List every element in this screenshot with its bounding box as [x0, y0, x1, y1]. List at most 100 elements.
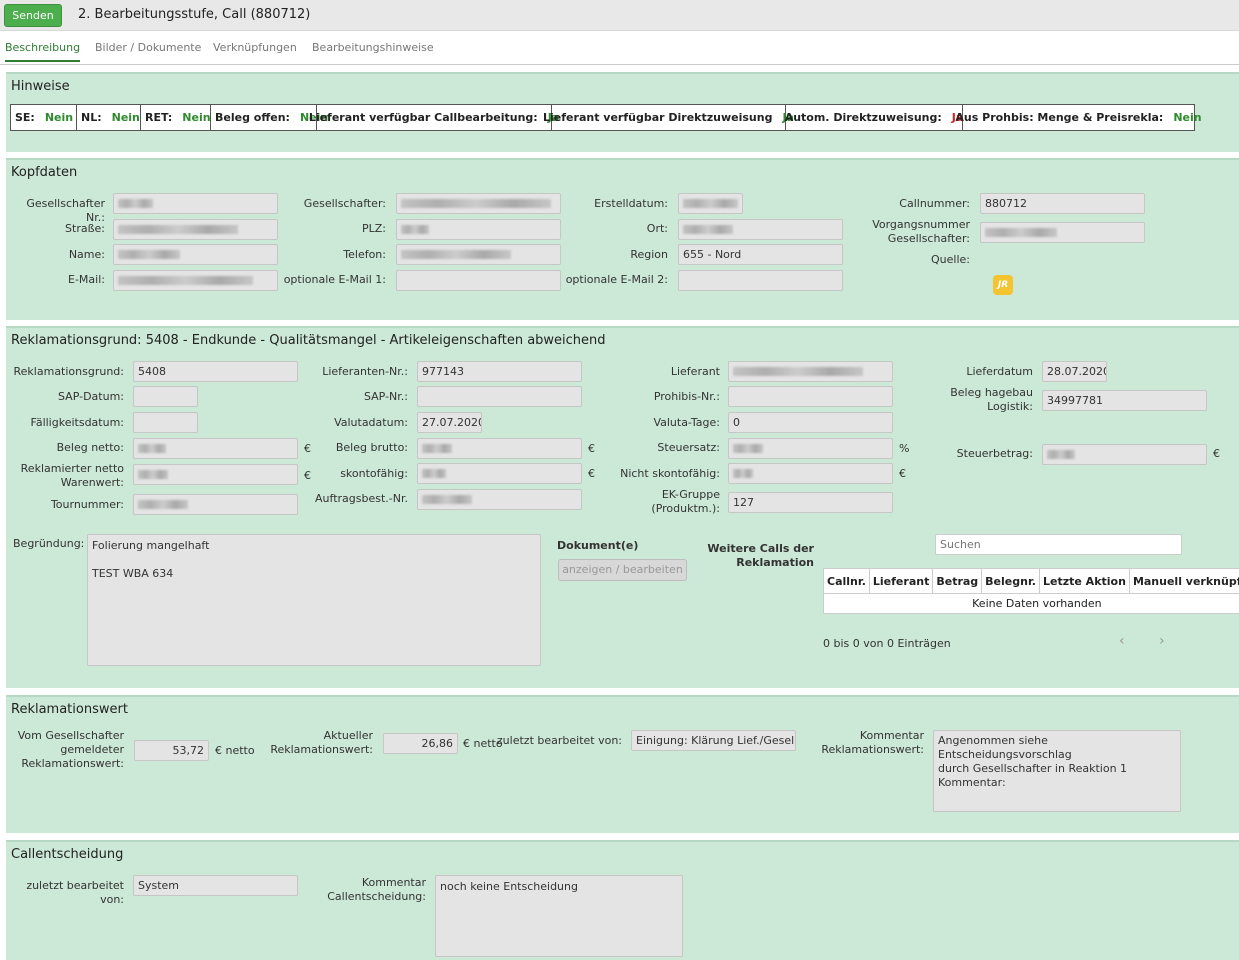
gemeldet-unit: € netto	[215, 744, 255, 757]
send-button[interactable]: Senden	[4, 4, 62, 27]
beleg-brutto-label: Beleg brutto:	[335, 441, 408, 454]
zuletzt-wert-field[interactable]: Einigung: Klärung Lief./Gesells.	[631, 730, 796, 751]
ort-field[interactable]	[678, 219, 843, 240]
sap-datum-field[interactable]	[133, 386, 198, 407]
hint-label: RET:	[145, 111, 173, 124]
steuersatz-percent: %	[899, 442, 910, 455]
tournummer-field[interactable]	[133, 494, 298, 515]
faelligkeit-field[interactable]	[133, 412, 198, 433]
skontofaehig-field[interactable]	[417, 463, 582, 484]
reklamationswert-title: Reklamationswert	[11, 702, 128, 717]
col-lieferant[interactable]: Lieferant	[868, 568, 934, 594]
erstelldatum-label: Erstelldatum:	[594, 197, 668, 210]
zuletzt-entscheidung-label: zuletzt bearbeitet von:	[26, 879, 124, 906]
opt-email1-label: optionale E-Mail 1:	[283, 273, 386, 286]
opt-email2-field[interactable]	[678, 270, 843, 291]
rekl-netto-field[interactable]	[133, 464, 298, 485]
beleg-hagebau-field[interactable]: 34997781	[1042, 390, 1207, 411]
plz-label: PLZ:	[361, 222, 386, 235]
rekl-netto-currency: €	[304, 469, 311, 482]
hinweise-title: Hinweise	[11, 79, 70, 94]
sap-nr-field[interactable]	[417, 386, 582, 407]
hint-value: Nein	[44, 111, 74, 124]
tab-bar: Beschreibung Bilder / Dokumente Verknüpf…	[0, 38, 1239, 65]
beleg-netto-currency: €	[304, 442, 311, 455]
opt-email1-field[interactable]	[396, 270, 561, 291]
pager-next-icon[interactable]: ›	[1159, 633, 1165, 649]
hint-se: SE: Nein	[11, 105, 77, 130]
steuerbetrag-field[interactable]	[1042, 444, 1207, 465]
col-manuell-verknuepft[interactable]: Manuell verknüpft	[1128, 568, 1239, 594]
email-label: E-Mail:	[68, 273, 105, 286]
gemeldet-field[interactable]: 53,72	[134, 740, 209, 761]
ort-label: Ort:	[646, 222, 668, 235]
gesellschafter-label: Gesellschafter:	[303, 197, 386, 210]
strasse-field[interactable]	[113, 219, 278, 240]
erstelldatum-field[interactable]	[678, 193, 743, 214]
ek-gruppe-label: EK-Gruppe (Produktm.):	[651, 488, 720, 515]
quelle-badge: JR	[993, 275, 1013, 295]
telefon-field[interactable]	[396, 244, 561, 265]
telefon-label: Telefon:	[343, 248, 386, 261]
rekl-grund-label: Reklamationsgrund:	[13, 365, 124, 378]
region-field[interactable]: 655 - Nord	[678, 244, 843, 265]
email-field[interactable]	[113, 270, 278, 291]
aktuell-field[interactable]: 26,86	[383, 733, 458, 754]
calls-search-input[interactable]	[935, 534, 1182, 555]
hinweise-panel: Hinweise SE: Nein NL: Nein RET: Nein Beleg …	[6, 72, 1239, 152]
valutadatum-field[interactable]: 27.07.2020	[417, 412, 482, 433]
valuta-tage-field[interactable]: 0	[728, 412, 893, 433]
hint-label: Beleg offen:	[215, 111, 290, 124]
lieferant-field[interactable]	[728, 361, 893, 382]
hint-prohbis: Aus Prohbis: Menge & Preisrekla: Nein	[955, 105, 1201, 130]
prohibis-field[interactable]	[728, 386, 893, 407]
hint-direktzuweisung: Lieferant verfügbar Direktzuweisung Ja	[543, 105, 794, 130]
quelle-label: Quelle:	[931, 253, 970, 266]
gesellschafter-nr-field[interactable]	[113, 193, 278, 214]
lieferanten-nr-label: Lieferanten-Nr.:	[322, 365, 408, 378]
col-callnr[interactable]: Callnr.	[823, 568, 870, 594]
tab-beschreibung[interactable]: Beschreibung	[5, 41, 81, 62]
doc-view-edit-button[interactable]: anzeigen / bearbeiten	[558, 559, 687, 581]
rekl-grund-field[interactable]: 5408	[133, 361, 298, 382]
weitere-calls-label: Weitere Calls der Reklamation	[707, 542, 814, 569]
callnummer-field[interactable]: 880712	[980, 193, 1145, 214]
table-empty-row: Keine Daten vorhanden	[823, 593, 1239, 614]
vorgangsnummer-label: Vorgangsnummer Gesellschafter:	[872, 218, 970, 245]
auftragsbest-field[interactable]	[417, 489, 582, 510]
plz-field[interactable]	[396, 219, 561, 240]
tournummer-label: Tournummer:	[50, 498, 124, 511]
tab-bearbeitungshinweise[interactable]: Bearbeitungshinweise	[312, 41, 434, 60]
ek-gruppe-field[interactable]: 127	[728, 492, 893, 513]
zuletzt-entscheidung-field[interactable]: System	[133, 875, 298, 896]
nicht-skonto-field[interactable]	[728, 463, 893, 484]
kommentar-wert-label: Kommentar Reklamationswert:	[821, 729, 924, 756]
beleg-brutto-field[interactable]	[417, 438, 582, 459]
tab-verknuepfungen[interactable]: Verknüpfungen	[213, 41, 297, 60]
steuersatz-field[interactable]	[728, 438, 893, 459]
beleg-brutto-currency: €	[588, 442, 595, 455]
kommentar-entscheidung-textarea[interactable]: noch keine Entscheidung	[435, 875, 683, 957]
region-label: Region	[630, 248, 668, 261]
hint-nl: NL: Nein	[77, 105, 141, 130]
lieferanten-nr-field[interactable]: 977143	[417, 361, 582, 382]
top-bar: Senden 2. Bearbeitungsstufe, Call (88071…	[0, 0, 1239, 31]
kommentar-wert-textarea[interactable]: Angenommen siehe Entscheidungsvorschlag …	[933, 730, 1181, 812]
steuerbetrag-currency: €	[1213, 447, 1220, 460]
vorgangsnummer-field[interactable]	[980, 222, 1145, 243]
nicht-skonto-label: Nicht skontofähig:	[620, 467, 720, 480]
hint-label: SE:	[15, 111, 35, 124]
col-betrag[interactable]: Betrag	[932, 568, 983, 594]
lieferdatum-field[interactable]: 28.07.2020	[1042, 361, 1107, 382]
name-field[interactable]	[113, 244, 278, 265]
col-letzte-aktion[interactable]: Letzte Aktion	[1039, 568, 1130, 594]
pager-prev-icon[interactable]: ‹	[1119, 633, 1125, 649]
auftragsbest-label: Auftragsbest.-Nr.	[315, 492, 408, 505]
begruendung-textarea[interactable]: Folierung mangelhaft TEST WBA 634	[87, 534, 541, 666]
beleg-netto-field[interactable]	[133, 438, 298, 459]
hint-label: Lieferant verfügbar Callbearbeitung:	[308, 111, 538, 124]
tab-bilder-dokumente[interactable]: Bilder / Dokumente	[95, 41, 201, 60]
zuletzt-wert-label: zuletzt bearbeitet von:	[496, 734, 622, 747]
col-belegnr[interactable]: Belegnr.	[981, 568, 1040, 594]
gesellschafter-field[interactable]	[396, 193, 561, 214]
